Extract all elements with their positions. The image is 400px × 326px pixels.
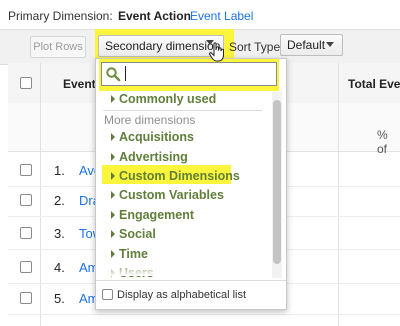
more-dimensions-label: More dimensions — [104, 113, 196, 127]
secondary-dimension-button[interactable]: Secondary dimension — [98, 35, 224, 57]
row-divider — [8, 314, 400, 315]
dropdown-scrollbar-thumb[interactable] — [273, 100, 281, 264]
row-number: 5. — [54, 291, 65, 306]
row-number: 1. — [54, 163, 65, 178]
caret-right-icon — [111, 191, 115, 199]
row-checkbox[interactable] — [20, 164, 32, 176]
caret-right-icon — [111, 230, 115, 238]
row-checkbox[interactable] — [20, 227, 32, 239]
menu-group-custom-dimensions[interactable]: Custom Dimensions — [119, 169, 240, 183]
row-number: 2. — [54, 193, 65, 208]
primary-dimension-event-action: Event Action — [118, 9, 191, 23]
dimension-search-input[interactable] — [101, 62, 277, 86]
primary-dimension-event-label-link[interactable]: Event Label — [190, 9, 253, 23]
menu-group-social[interactable]: Social — [119, 227, 156, 241]
caret-right-icon — [111, 153, 115, 161]
sort-type-label: Sort Type: — [229, 40, 284, 54]
alphabetical-list-label[interactable]: Display as alphabetical list — [117, 289, 246, 301]
select-all-checkbox[interactable] — [20, 77, 32, 89]
caret-right-icon — [111, 211, 115, 219]
list-fade — [100, 262, 270, 276]
total-events-column-header[interactable]: Total Event — [348, 77, 400, 91]
menu-group-engagement[interactable]: Engagement — [119, 208, 194, 222]
percent-of-total: % of — [377, 128, 388, 156]
menu-group-commonly-used[interactable]: Commonly used — [119, 92, 216, 106]
menu-separator — [103, 110, 262, 111]
caret-right-icon — [111, 133, 115, 141]
hand-cursor-icon — [208, 42, 224, 62]
menu-group-acquisitions[interactable]: Acquisitions — [119, 130, 194, 144]
menu-group-custom-variables[interactable]: Custom Variables — [119, 188, 224, 202]
chevron-down-icon — [326, 42, 334, 47]
column-divider — [40, 63, 41, 326]
primary-dimension-label: Primary Dimension: — [8, 9, 113, 23]
alphabetical-list-checkbox[interactable] — [102, 289, 113, 300]
caret-right-icon — [111, 172, 115, 180]
menu-footer-divider — [96, 280, 286, 281]
column-divider — [338, 63, 339, 326]
row-checkbox[interactable] — [20, 292, 32, 304]
caret-right-icon — [111, 95, 115, 103]
row-checkbox[interactable] — [20, 261, 32, 273]
text-cursor — [125, 66, 126, 81]
menu-group-time[interactable]: Time — [119, 247, 148, 261]
caret-right-icon — [111, 250, 115, 258]
menu-group-advertising[interactable]: Advertising — [119, 150, 188, 164]
row-checkbox[interactable] — [20, 194, 32, 206]
row-number: 4. — [54, 260, 65, 275]
search-icon — [106, 67, 121, 82]
plot-rows-button[interactable]: Plot Rows — [30, 36, 86, 58]
row-number: 3. — [54, 226, 65, 241]
